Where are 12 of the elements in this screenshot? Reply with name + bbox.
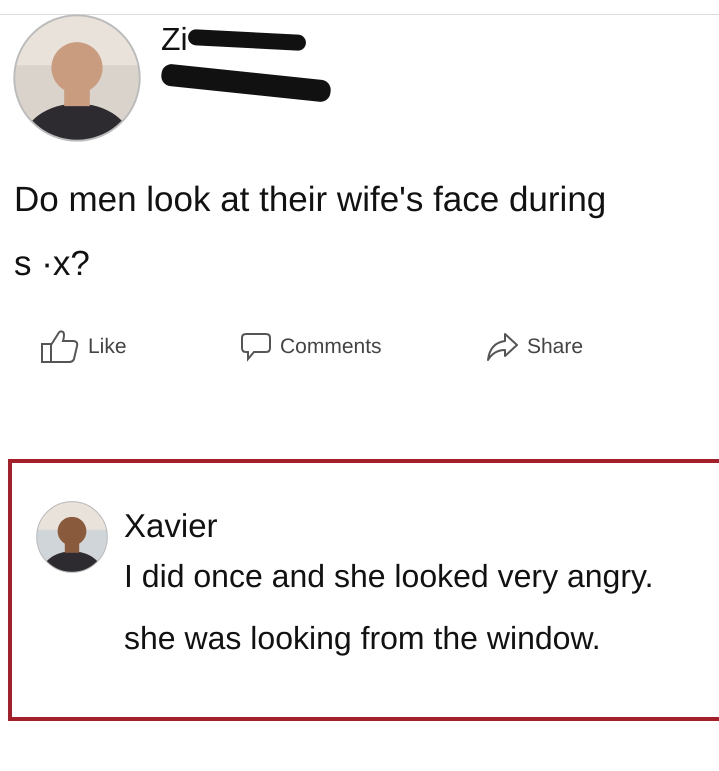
share-arrow-icon <box>485 332 519 362</box>
like-button[interactable]: Like <box>40 330 240 364</box>
speech-bubble-icon <box>240 332 272 362</box>
post-text: Do men look at their wife's face during <box>14 179 608 221</box>
comment-text: I did once and she looked very angry. <box>124 557 654 596</box>
commenter-name: Xavier <box>124 507 219 545</box>
author-name: Zi <box>161 21 188 58</box>
comment-text: she was looking from the window. <box>124 619 602 658</box>
thumbs-up-icon <box>40 330 80 364</box>
post-text: s ·x? <box>14 243 91 285</box>
share-button[interactable]: Share <box>485 332 584 362</box>
comment-button[interactable]: Comments <box>240 332 485 362</box>
